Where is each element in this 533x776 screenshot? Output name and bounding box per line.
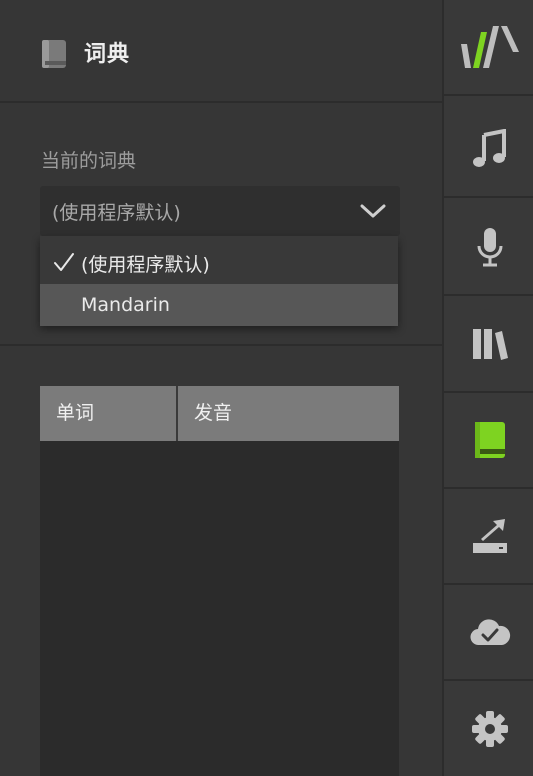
dictionary-select-value: (使用程序默认) — [52, 202, 181, 224]
cloud-check-icon — [469, 619, 510, 646]
dictionary-app: 词典 当前的词典 (使用程序默认) 单词 发音 (使用程序默认) Mandari… — [0, 0, 533, 776]
sidebar-item-cloud[interactable] — [444, 585, 533, 681]
page-title: 词典 — [84, 42, 131, 67]
word-table: 单词 发音 — [40, 386, 399, 776]
column-header-pronunciation[interactable]: 发音 — [180, 386, 399, 441]
sidebar-item-library[interactable] — [444, 297, 533, 393]
section-divider — [0, 344, 442, 346]
dropdown-option-label: (使用程序默认) — [81, 254, 210, 276]
sidebar-item-settings[interactable] — [444, 681, 533, 776]
gear-icon — [471, 711, 508, 747]
app-logo-icon — [460, 26, 519, 68]
chevron-down-icon — [360, 204, 386, 218]
sidebar-item-dictionary[interactable] — [444, 393, 533, 489]
book-icon — [474, 422, 505, 458]
book-icon — [42, 40, 66, 68]
checkmark-icon — [54, 253, 74, 271]
panel-header: 词典 — [0, 0, 442, 103]
sidebar-item-logo[interactable] — [444, 0, 533, 96]
library-icon — [472, 329, 508, 360]
sidebar-item-music[interactable] — [444, 102, 533, 198]
dropdown-option-mandarin[interactable]: Mandarin — [40, 284, 398, 326]
microphone-icon — [477, 228, 502, 267]
dictionary-dropdown-menu: (使用程序默认) Mandarin — [40, 236, 398, 326]
column-header-word[interactable]: 单词 — [40, 386, 178, 441]
right-sidebar — [442, 0, 533, 776]
main-panel: 词典 当前的词典 (使用程序默认) 单词 发音 (使用程序默认) Mandari… — [0, 0, 442, 776]
current-dictionary-label: 当前的词典 — [41, 150, 137, 172]
export-icon — [472, 519, 507, 553]
table-header: 单词 发音 — [40, 386, 399, 441]
sidebar-item-voice[interactable] — [444, 200, 533, 296]
dropdown-option-label: Mandarin — [81, 294, 170, 316]
dropdown-option-default[interactable]: (使用程序默认) — [40, 240, 398, 282]
music-note-icon — [472, 129, 506, 167]
dictionary-select[interactable]: (使用程序默认) — [40, 186, 400, 236]
sidebar-item-export[interactable] — [444, 489, 533, 585]
